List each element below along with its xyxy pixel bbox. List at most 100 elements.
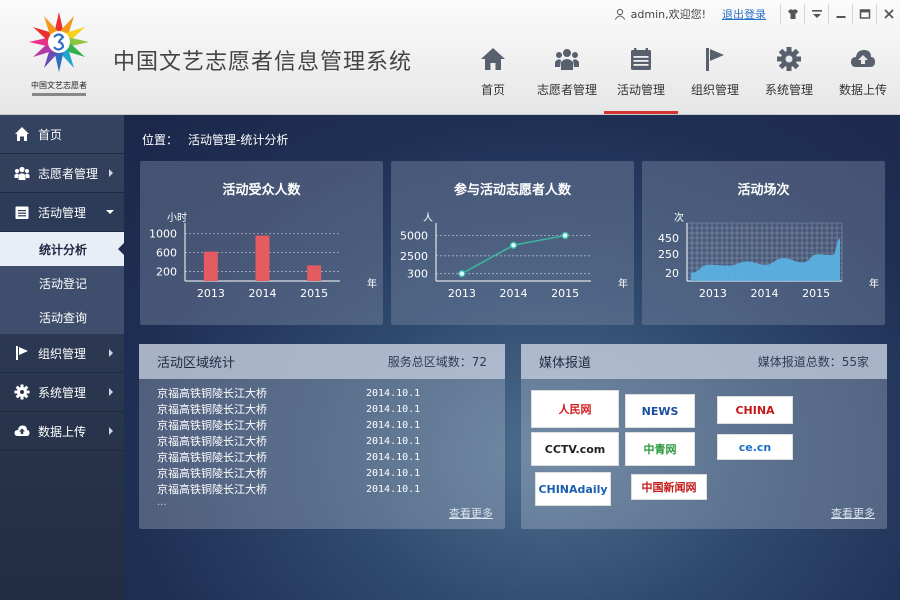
region-panel: 活动区域统计 服务总区域数：72 京福高铁铜陵长江大桥 2014.10.1 京福高铁… (139, 344, 505, 529)
chevron-right-icon (109, 388, 113, 396)
nav-organizations[interactable]: 组织管理 (678, 40, 752, 114)
list-item[interactable]: 京福高铁铜陵长江大桥 2014.10.1 (157, 385, 505, 401)
media-logo-china[interactable]: CHINA (717, 396, 793, 424)
y-tick-label: 200 (156, 266, 177, 279)
calendar-icon (15, 206, 29, 219)
bar (307, 265, 322, 281)
nav-upload[interactable]: 数据上传 (826, 40, 900, 114)
media-more-link[interactable]: 查看更多 (831, 505, 875, 521)
flag-icon (706, 48, 724, 71)
x-tick-label: 2013 (197, 287, 225, 300)
x-tick-label: 2015 (551, 287, 579, 300)
sidebar-item-upload[interactable]: 数据上传 (0, 412, 124, 451)
sessions-area-chart: 次年 20 250 450 2013 2014 2015 (658, 211, 879, 300)
list-item[interactable]: 京福高铁铜陵长江大桥 2014.10.1 (157, 449, 505, 465)
logo-text: CHINAdaily (538, 482, 608, 496)
breadcrumb-path: 活动管理-统计分析 (188, 133, 289, 147)
chevron-right-icon (109, 349, 113, 357)
close-icon (883, 9, 894, 19)
data-point (509, 241, 518, 249)
list-item[interactable]: 京福高铁铜陵长江大桥 2014.10.1 (157, 417, 505, 433)
x-axis-label: 年 (869, 277, 879, 290)
minimize-button[interactable] (828, 4, 852, 24)
audience-bar-chart: 小时年 200 600 1000 2013 2014 2015 (149, 212, 377, 300)
main-nav: 首页 志愿者管理 活动管理 组织管理 系统管理 数据上传 (456, 40, 900, 114)
sidebar-item-system[interactable]: 系统管理 (0, 373, 124, 412)
media-count: 媒体报道总数：55家 (757, 355, 869, 369)
region-date: 2014.10.1 (366, 403, 421, 415)
media-logo-chinanews[interactable]: 中国新闻网 (631, 474, 707, 500)
media-logo-grid: 人民网 NEWS CHINA CCTV.com 中青网 ce.cn CHINAd… (531, 390, 871, 510)
chevron-down-icon (106, 210, 114, 214)
logout-link[interactable]: 退出登录 (722, 6, 766, 22)
region-date: 2014.10.1 (366, 419, 421, 431)
media-logo-ce[interactable]: ce.cn (717, 434, 793, 460)
calendar-icon (631, 48, 651, 70)
x-tick-label: 2013 (448, 287, 476, 300)
sidebar-item-home[interactable]: 首页 (0, 115, 124, 154)
nav-label: 数据上传 (838, 83, 887, 97)
media-logo-youth[interactable]: 中青网 (625, 432, 695, 466)
region-date: 2014.10.1 (366, 467, 421, 479)
cloud-upload-icon (851, 50, 875, 67)
region-name: 京福高铁铜陵长江大桥 (157, 387, 267, 400)
sidebar-subitem-register[interactable]: 活动登记 (0, 266, 124, 300)
sidebar-subitem-statistics[interactable]: 统计分析 (0, 232, 124, 266)
cloud-upload-icon (14, 425, 30, 436)
nav-system[interactable]: 系统管理 (752, 40, 826, 114)
top-bar: admin,欢迎您! 退出登录 (614, 4, 900, 24)
gear-icon (14, 384, 30, 400)
panel-header: 活动区域统计 服务总区域数：72 (139, 344, 505, 379)
media-logo-people[interactable]: 人民网 (531, 390, 619, 428)
chevron-right-icon (109, 169, 113, 177)
nav-home[interactable]: 首页 (456, 40, 530, 114)
logo-text: 中国新闻网 (641, 481, 697, 494)
region-date: 2014.10.1 (366, 483, 421, 495)
y-axis-label: 人 (423, 212, 433, 224)
panel-title: 活动区域统计 (157, 356, 236, 371)
panel-header: 媒体报道 媒体报道总数：55家 (521, 344, 887, 379)
media-logo-news[interactable]: NEWS (625, 394, 695, 428)
sidebar-item-label: 数据上传 (38, 424, 87, 439)
flag-icon (16, 346, 28, 360)
media-logo-chinadaily[interactable]: CHINAdaily (535, 472, 611, 506)
close-button[interactable] (876, 4, 900, 24)
list-item[interactable]: 京福高铁铜陵长江大桥 2014.10.1 (157, 465, 505, 481)
list-item[interactable]: 京福高铁铜陵长江大桥 2014.10.1 (157, 433, 505, 449)
sidebar-item-organizations[interactable]: 组织管理 (0, 334, 124, 373)
logo-text: CHINA (735, 403, 775, 417)
skin-button[interactable] (780, 4, 804, 24)
users-icon (555, 49, 579, 70)
region-name: 京福高铁铜陵长江大桥 (157, 451, 267, 464)
breadcrumb: 位置： 活动管理-统计分析 (142, 131, 298, 148)
region-name: 京福高铁铜陵长江大桥 (157, 435, 267, 448)
main-content: 位置： 活动管理-统计分析 活动受众人数 小时年 200 600 1000 2013 201… (124, 115, 900, 600)
logo-text: 中青网 (643, 443, 677, 456)
nav-volunteers[interactable]: 志愿者管理 (530, 40, 604, 114)
region-more-link[interactable]: 查看更多 (449, 505, 493, 521)
volunteers-line-chart: 人年 300 2500 5000 2013 2014 2015 (400, 212, 628, 300)
activities-submenu: 统计分析 活动登记 活动查询 (0, 232, 124, 334)
sidebar: 首页 志愿者管理 活动管理 统计分析 活动登记 活动查询 组织管理 系统管理 数… (0, 115, 124, 600)
menu-button[interactable] (804, 4, 828, 24)
sidebar-item-volunteers[interactable]: 志愿者管理 (0, 154, 124, 193)
nav-label: 志愿者管理 (536, 83, 597, 97)
list-item[interactable]: 京福高铁铜陵长江大桥 2014.10.1 (157, 401, 505, 417)
x-tick-label: 2015 (300, 287, 328, 300)
region-list: 京福高铁铜陵长江大桥 2014.10.1 京福高铁铜陵长江大桥 2014.10.1 京福… (139, 379, 505, 497)
svg-text:中国文艺志愿者: 中国文艺志愿者 (31, 80, 87, 90)
data-point (561, 231, 569, 240)
header: 中国文艺志愿者 中国文艺志愿者信息管理系统 admin,欢迎您! 退出登录 首页… (0, 0, 900, 115)
y-tick-label: 600 (156, 247, 177, 260)
media-panel: 媒体报道 媒体报道总数：55家 人民网 NEWS CHINA CCTV.com … (521, 344, 887, 529)
sidebar-subitem-query[interactable]: 活动查询 (0, 300, 124, 334)
list-item[interactable]: 京福高铁铜陵长江大桥 2014.10.1 (157, 481, 505, 497)
region-date: 2014.10.1 (366, 387, 421, 399)
sidebar-item-activities[interactable]: 活动管理 (0, 193, 124, 232)
nav-activities[interactable]: 活动管理 (604, 40, 678, 114)
chevron-right-icon (109, 427, 113, 435)
media-logo-cctv[interactable]: CCTV.com (531, 432, 619, 466)
maximize-button[interactable] (852, 4, 876, 24)
region-date: 2014.10.1 (366, 435, 421, 447)
y-tick-label: 300 (407, 268, 428, 281)
